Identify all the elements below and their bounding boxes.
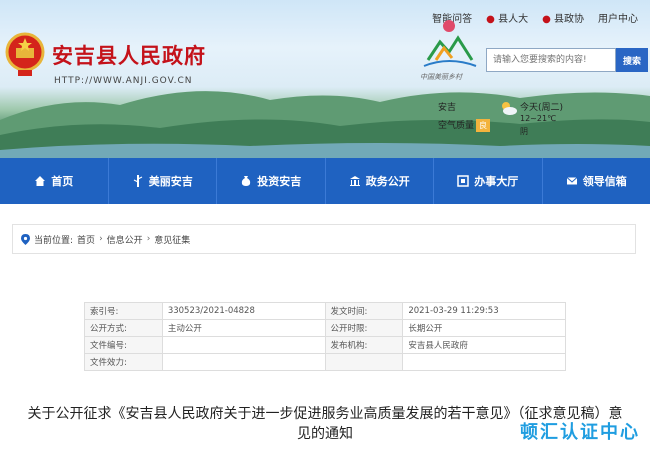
site-url: HTTP://WWW.ANJI.GOV.CN <box>54 76 193 86</box>
watermark: 顿汇认证中心 <box>520 422 640 443</box>
breadcrumb-separator: › <box>146 234 151 244</box>
nav-item-beautiful-anji[interactable]: 美丽安吉 <box>109 158 217 204</box>
weather-day: 今天(周二) <box>520 103 564 113</box>
nav-item-label: 办事大厅 <box>474 175 519 188</box>
info-value <box>161 336 326 354</box>
table-row: 文件编号: 发布机构: 安吉县人民政府 <box>84 336 566 354</box>
nav-item-label: 领导信箱 <box>582 175 627 188</box>
nav-item-label: 首页 <box>51 175 74 188</box>
info-value: 主动公开 <box>161 319 326 337</box>
info-value: 2021-03-29 11:29:53 <box>402 302 566 320</box>
site-title[interactable]: 安吉县人民政府 <box>52 40 206 70</box>
nav-item-home[interactable]: 首页 <box>0 158 109 204</box>
info-key: 文件效力: <box>84 353 163 371</box>
logo-caption: 中国美丽乡村 <box>420 73 462 81</box>
money-bag-icon <box>242 176 251 186</box>
info-key: 公开方式: <box>84 319 163 337</box>
header-banner: 智能问答 ● 县人大 ● 县政协 用户中心 安吉县人民政府 HTTP://WWW… <box>0 0 650 158</box>
bamboo-icon <box>133 175 143 187</box>
badge-icon: ● <box>542 14 551 25</box>
info-key <box>324 353 404 371</box>
breadcrumb: 当前位置: 首页 › 信息公开 › 意见征集 <box>12 224 636 254</box>
breadcrumb-opinion[interactable]: 意见征集 <box>154 233 190 246</box>
main-nav: 首页 美丽安吉 投资安吉 政务公开 办事大厅 领导信箱 <box>0 158 650 204</box>
location-pin-icon <box>21 233 30 245</box>
service-hall-icon <box>457 175 469 187</box>
top-link-npc[interactable]: ● 县人大 <box>486 10 528 25</box>
weather-city: 安吉 <box>438 103 457 113</box>
mail-icon <box>566 177 578 185</box>
table-row: 公开方式: 主动公开 公开时限: 长期公开 <box>84 319 566 337</box>
air-quality: 空气质量良 <box>438 118 491 132</box>
info-key: 文件编号: <box>84 336 163 354</box>
info-value <box>161 353 326 371</box>
info-value <box>402 353 566 371</box>
badge-icon: ● <box>486 14 495 25</box>
home-icon <box>35 176 46 186</box>
table-row: 文件效力: <box>84 353 566 371</box>
national-emblem-icon <box>5 32 45 76</box>
info-key: 发布机构: <box>324 336 404 354</box>
table-row: 索引号: 330523/2021-04828 发文时间: 2021-03-29 … <box>84 302 566 320</box>
info-value: 安吉县人民政府 <box>402 336 566 354</box>
breadcrumb-info-public[interactable]: 信息公开 <box>107 233 143 246</box>
breadcrumb-prefix: 当前位置: <box>34 235 74 246</box>
cloudy-weather-icon <box>502 102 517 115</box>
government-building-icon <box>349 176 360 186</box>
nav-item-invest[interactable]: 投资安吉 <box>217 158 326 204</box>
info-key: 发文时间: <box>324 302 404 320</box>
breadcrumb-home[interactable]: 首页 <box>77 233 95 246</box>
nav-item-service-hall[interactable]: 办事大厅 <box>434 158 543 204</box>
nav-item-label: 美丽安吉 <box>148 175 193 188</box>
info-value: 330523/2021-04828 <box>161 302 326 320</box>
info-value: 长期公开 <box>402 319 566 337</box>
top-link-cppcc-label: 县政协 <box>554 14 584 25</box>
weather-temp: 12~21℃ <box>520 114 557 123</box>
info-key: 公开时限: <box>324 319 404 337</box>
info-key: 索引号: <box>84 302 163 320</box>
nav-item-label: 政务公开 <box>365 175 410 188</box>
search-button[interactable]: 搜索 <box>616 48 648 72</box>
air-quality-badge: 良 <box>476 119 491 132</box>
air-quality-label: 空气质量 <box>438 121 475 131</box>
nav-item-gov-affairs[interactable]: 政务公开 <box>326 158 434 204</box>
nav-item-label: 投资安吉 <box>257 175 302 188</box>
document-info-table: 索引号: 330523/2021-04828 发文时间: 2021-03-29 … <box>84 302 566 371</box>
weather-condition: 阴 <box>520 127 528 136</box>
breadcrumb-separator: › <box>99 234 103 244</box>
top-link-cppcc[interactable]: ● 县政协 <box>542 10 584 25</box>
nav-item-leader-mailbox[interactable]: 领导信箱 <box>543 158 650 204</box>
search-input[interactable] <box>486 48 616 72</box>
top-link-user-center[interactable]: 用户中心 <box>598 10 638 25</box>
top-link-npc-label: 县人大 <box>498 14 529 25</box>
